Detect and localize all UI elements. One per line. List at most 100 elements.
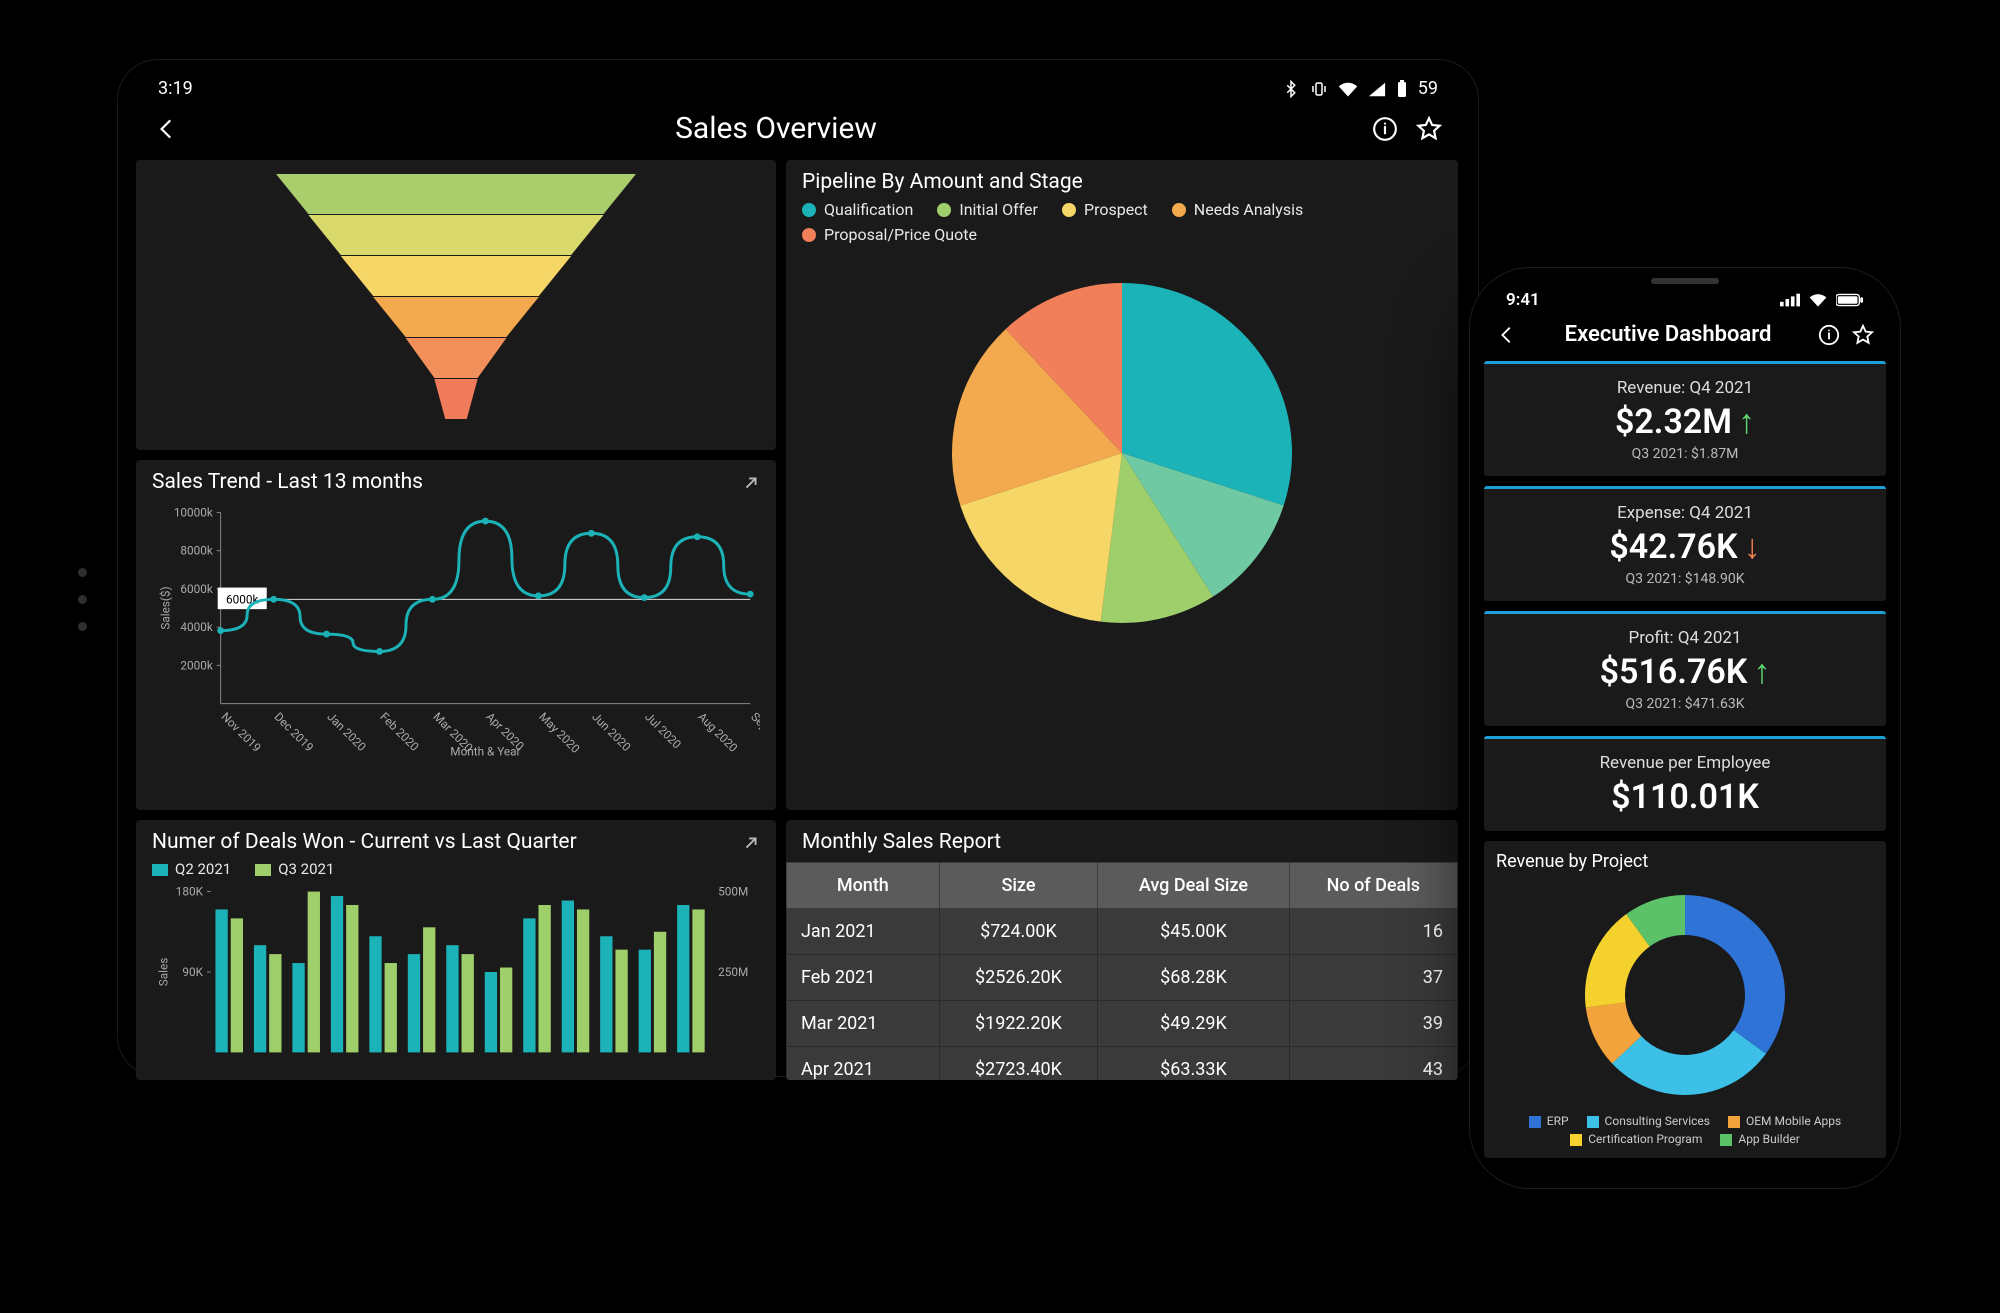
kpi-card[interactable]: Revenue: Q4 2021 $2.32M↑ Q3 2021: $1.87M [1484,361,1886,476]
table-row[interactable]: Feb 2021$2526.20K$68.28K37 [787,955,1458,1001]
table-cell: Apr 2021 [787,1047,940,1081]
sales-trend-chart: 2000k4000k6000k8000k10000k6000kNov 2019D… [152,500,760,770]
pipeline-chart-panel[interactable]: Pipeline By Amount and Stage Qualificati… [786,160,1458,810]
svg-text:8000k: 8000k [180,544,212,558]
legend-item: Qualification [802,200,913,219]
pipeline-legend: QualificationInitial OfferProspectNeeds … [802,200,1442,244]
svg-text:Jan 2020: Jan 2020 [324,710,368,754]
wifi-icon [1338,81,1358,97]
legend-label: Qualification [824,200,913,219]
legend-swatch [255,864,271,876]
table-header: Avg Deal Size [1098,863,1289,909]
kpi-card[interactable]: Revenue per Employee $110.01K [1484,736,1886,831]
svg-text:Jun 2020: Jun 2020 [589,710,633,754]
legend-swatch [937,203,951,217]
legend-label: Initial Offer [959,200,1038,219]
monthly-sales-report-panel[interactable]: Monthly Sales Report MonthSizeAvg Deal S… [786,820,1458,1080]
vibrate-icon [1310,80,1328,98]
cellular-icon [1780,293,1800,307]
legend-item: Needs Analysis [1172,200,1303,219]
table-cell: 16 [1289,909,1457,955]
back-icon[interactable] [154,116,180,142]
kpi-card[interactable]: Profit: Q4 2021 $516.76K↑ Q3 2021: $471.… [1484,611,1886,726]
table-cell: $2723.40K [939,1047,1098,1081]
svg-text:4000k: 4000k [180,620,212,634]
table-cell: Feb 2021 [787,955,940,1001]
svg-text:90K: 90K [182,965,203,979]
legend-swatch [1587,1116,1599,1128]
svg-text:500M: 500M [718,885,748,899]
expand-icon[interactable] [740,472,762,494]
legend-item: OEM Mobile Apps [1728,1114,1841,1128]
legend-item: Q2 2021 [152,860,231,878]
table-cell: $2526.20K [939,955,1098,1001]
deals-title: Numer of Deals Won - Current vs Last Qua… [152,830,760,854]
star-icon[interactable] [1416,116,1442,142]
bluetooth-icon [1282,80,1300,98]
svg-text:Nov 2019: Nov 2019 [219,710,264,755]
kpi-sub: Q3 2021: $1.87M [1494,446,1876,462]
info-icon[interactable] [1372,116,1398,142]
star-icon[interactable] [1852,324,1874,346]
kpi-value: $2.32M↑ [1494,402,1876,442]
table-cell: $49.29K [1098,1001,1289,1047]
legend-label: App Builder [1738,1132,1799,1146]
deals-won-panel[interactable]: Numer of Deals Won - Current vs Last Qua… [136,820,776,1080]
svg-text:Feb 2020: Feb 2020 [377,710,421,754]
dashboard-grid: Pipeline By Amount and Stage Qualificati… [136,160,1460,1066]
legend-label: OEM Mobile Apps [1746,1114,1841,1128]
kpi-label: Revenue: Q4 2021 [1494,378,1876,398]
legend-item: Proposal/Price Quote [802,225,977,244]
table-cell: 43 [1289,1047,1457,1081]
kpi-label: Revenue per Employee [1494,753,1876,773]
back-icon[interactable] [1496,324,1518,346]
table-header: Size [939,863,1098,909]
wifi-icon [1808,293,1828,307]
legend-label: Certification Program [1588,1132,1702,1146]
kpi-sub: Q3 2021: $471.63K [1494,696,1876,712]
legend-swatch [1062,203,1076,217]
table-row[interactable]: Mar 2021$1922.20K$49.29K39 [787,1001,1458,1047]
kpi-value: $42.76K↓ [1494,527,1876,567]
table-cell: 37 [1289,955,1457,1001]
legend-label: Consulting Services [1605,1114,1710,1128]
deals-bar-chart: 90K180K250M500MSales [152,884,760,1059]
legend-label: Needs Analysis [1194,200,1303,219]
svg-text:Month & Year: Month & Year [450,745,520,759]
phone-notch [1585,268,1785,300]
revenue-by-project-title: Revenue by Project [1496,851,1874,872]
revenue-donut-chart [1570,880,1800,1110]
svg-text:Jul 2020: Jul 2020 [642,710,684,752]
svg-text:2000k: 2000k [180,658,212,672]
kpi-card[interactable]: Expense: Q4 2021 $42.76K↓ Q3 2021: $148.… [1484,486,1886,601]
phone-app-bar: Executive Dashboard [1484,312,1886,361]
status-time: 9:41 [1506,290,1540,310]
legend-swatch [1728,1116,1740,1128]
tablet-device-frame: 3:19 59 Sales Overview Pipeline By Amoun… [118,60,1478,1076]
tablet-status-bar: 3:19 59 [136,72,1460,103]
info-icon[interactable] [1818,324,1840,346]
table-cell: $724.00K [939,909,1098,955]
kpi-sub: Q3 2021: $148.90K [1494,571,1876,587]
table-row[interactable]: Apr 2021$2723.40K$63.33K43 [787,1047,1458,1081]
legend-swatch [1172,203,1186,217]
project-legend: ERP Consulting Services OEM Mobile Apps Cer… [1496,1114,1874,1146]
report-title: Monthly Sales Report [786,830,1458,854]
expand-icon[interactable] [740,832,762,854]
funnel-chart-panel[interactable] [136,160,776,450]
revenue-by-project-panel[interactable]: Revenue by Project ERP Consulting Service… [1484,841,1886,1158]
table-cell: 39 [1289,1001,1457,1047]
legend-swatch [802,228,816,242]
cellular-icon [1368,81,1386,97]
legend-label: ERP [1547,1114,1569,1128]
svg-text:Sep 2020: Sep 2020 [748,710,760,755]
sales-trend-panel[interactable]: Sales Trend - Last 13 months 2000k4000k6… [136,460,776,810]
legend-swatch [1570,1134,1582,1146]
table-header: Month [787,863,940,909]
table-row[interactable]: Jan 2021$724.00K$45.00K16 [787,909,1458,955]
status-time: 3:19 [158,78,193,99]
funnel-chart [246,170,666,428]
trend-down-icon: ↓ [1744,527,1761,567]
legend-swatch [152,864,168,876]
legend-item: ERP [1529,1114,1569,1128]
